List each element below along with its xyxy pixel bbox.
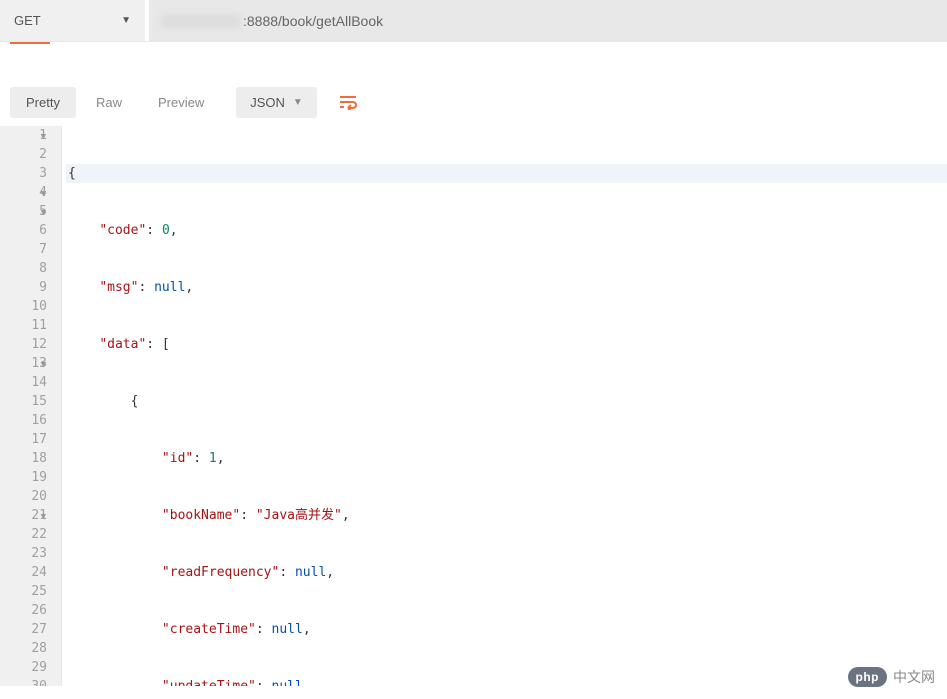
watermark: php 中文网 bbox=[848, 667, 936, 687]
code-line: "updateTime": null, bbox=[66, 677, 947, 686]
chevron-down-icon: ▼ bbox=[121, 15, 131, 26]
url-hidden-part bbox=[161, 14, 241, 28]
active-tab-indicator bbox=[10, 42, 50, 44]
wrap-icon bbox=[338, 94, 358, 110]
watermark-text: 中文网 bbox=[893, 667, 935, 687]
secondary-tabs bbox=[0, 42, 947, 78]
code-line: "data": [ bbox=[66, 335, 947, 354]
code-line: { bbox=[66, 392, 947, 411]
code-line: "msg": null, bbox=[66, 278, 947, 297]
tab-raw[interactable]: Raw bbox=[80, 87, 138, 118]
method-label: GET bbox=[14, 13, 41, 28]
http-method-select[interactable]: GET ▼ bbox=[0, 0, 145, 41]
line-gutter: 1▼ 2 3 4▼ 5▼ 6 7 8 9 10 11 12 13▼ 14 15 … bbox=[0, 126, 62, 686]
chevron-down-icon: ▼ bbox=[293, 97, 303, 108]
url-input[interactable]: :8888/book/getAllBook bbox=[149, 0, 947, 41]
code-content[interactable]: { "code": 0, "msg": null, "data": [ { "i… bbox=[62, 126, 947, 686]
response-body[interactable]: 1▼ 2 3 4▼ 5▼ 6 7 8 9 10 11 12 13▼ 14 15 … bbox=[0, 126, 947, 686]
tab-preview[interactable]: Preview bbox=[142, 87, 220, 118]
request-bar: GET ▼ :8888/book/getAllBook bbox=[0, 0, 947, 42]
code-line: "bookName": "Java高并发", bbox=[66, 506, 947, 525]
code-line: "code": 0, bbox=[66, 221, 947, 240]
format-label: JSON bbox=[250, 95, 285, 110]
watermark-badge: php bbox=[848, 667, 888, 687]
code-line: { bbox=[66, 164, 947, 183]
response-tabs: Pretty Raw Preview JSON ▼ bbox=[0, 78, 947, 126]
code-line: "id": 1, bbox=[66, 449, 947, 468]
code-line: "createTime": null, bbox=[66, 620, 947, 639]
tab-pretty[interactable]: Pretty bbox=[10, 87, 76, 118]
code-line: "readFrequency": null, bbox=[66, 563, 947, 582]
wrap-toggle-button[interactable] bbox=[329, 85, 367, 119]
format-select[interactable]: JSON ▼ bbox=[236, 87, 317, 118]
url-visible-part: :8888/book/getAllBook bbox=[243, 13, 383, 29]
